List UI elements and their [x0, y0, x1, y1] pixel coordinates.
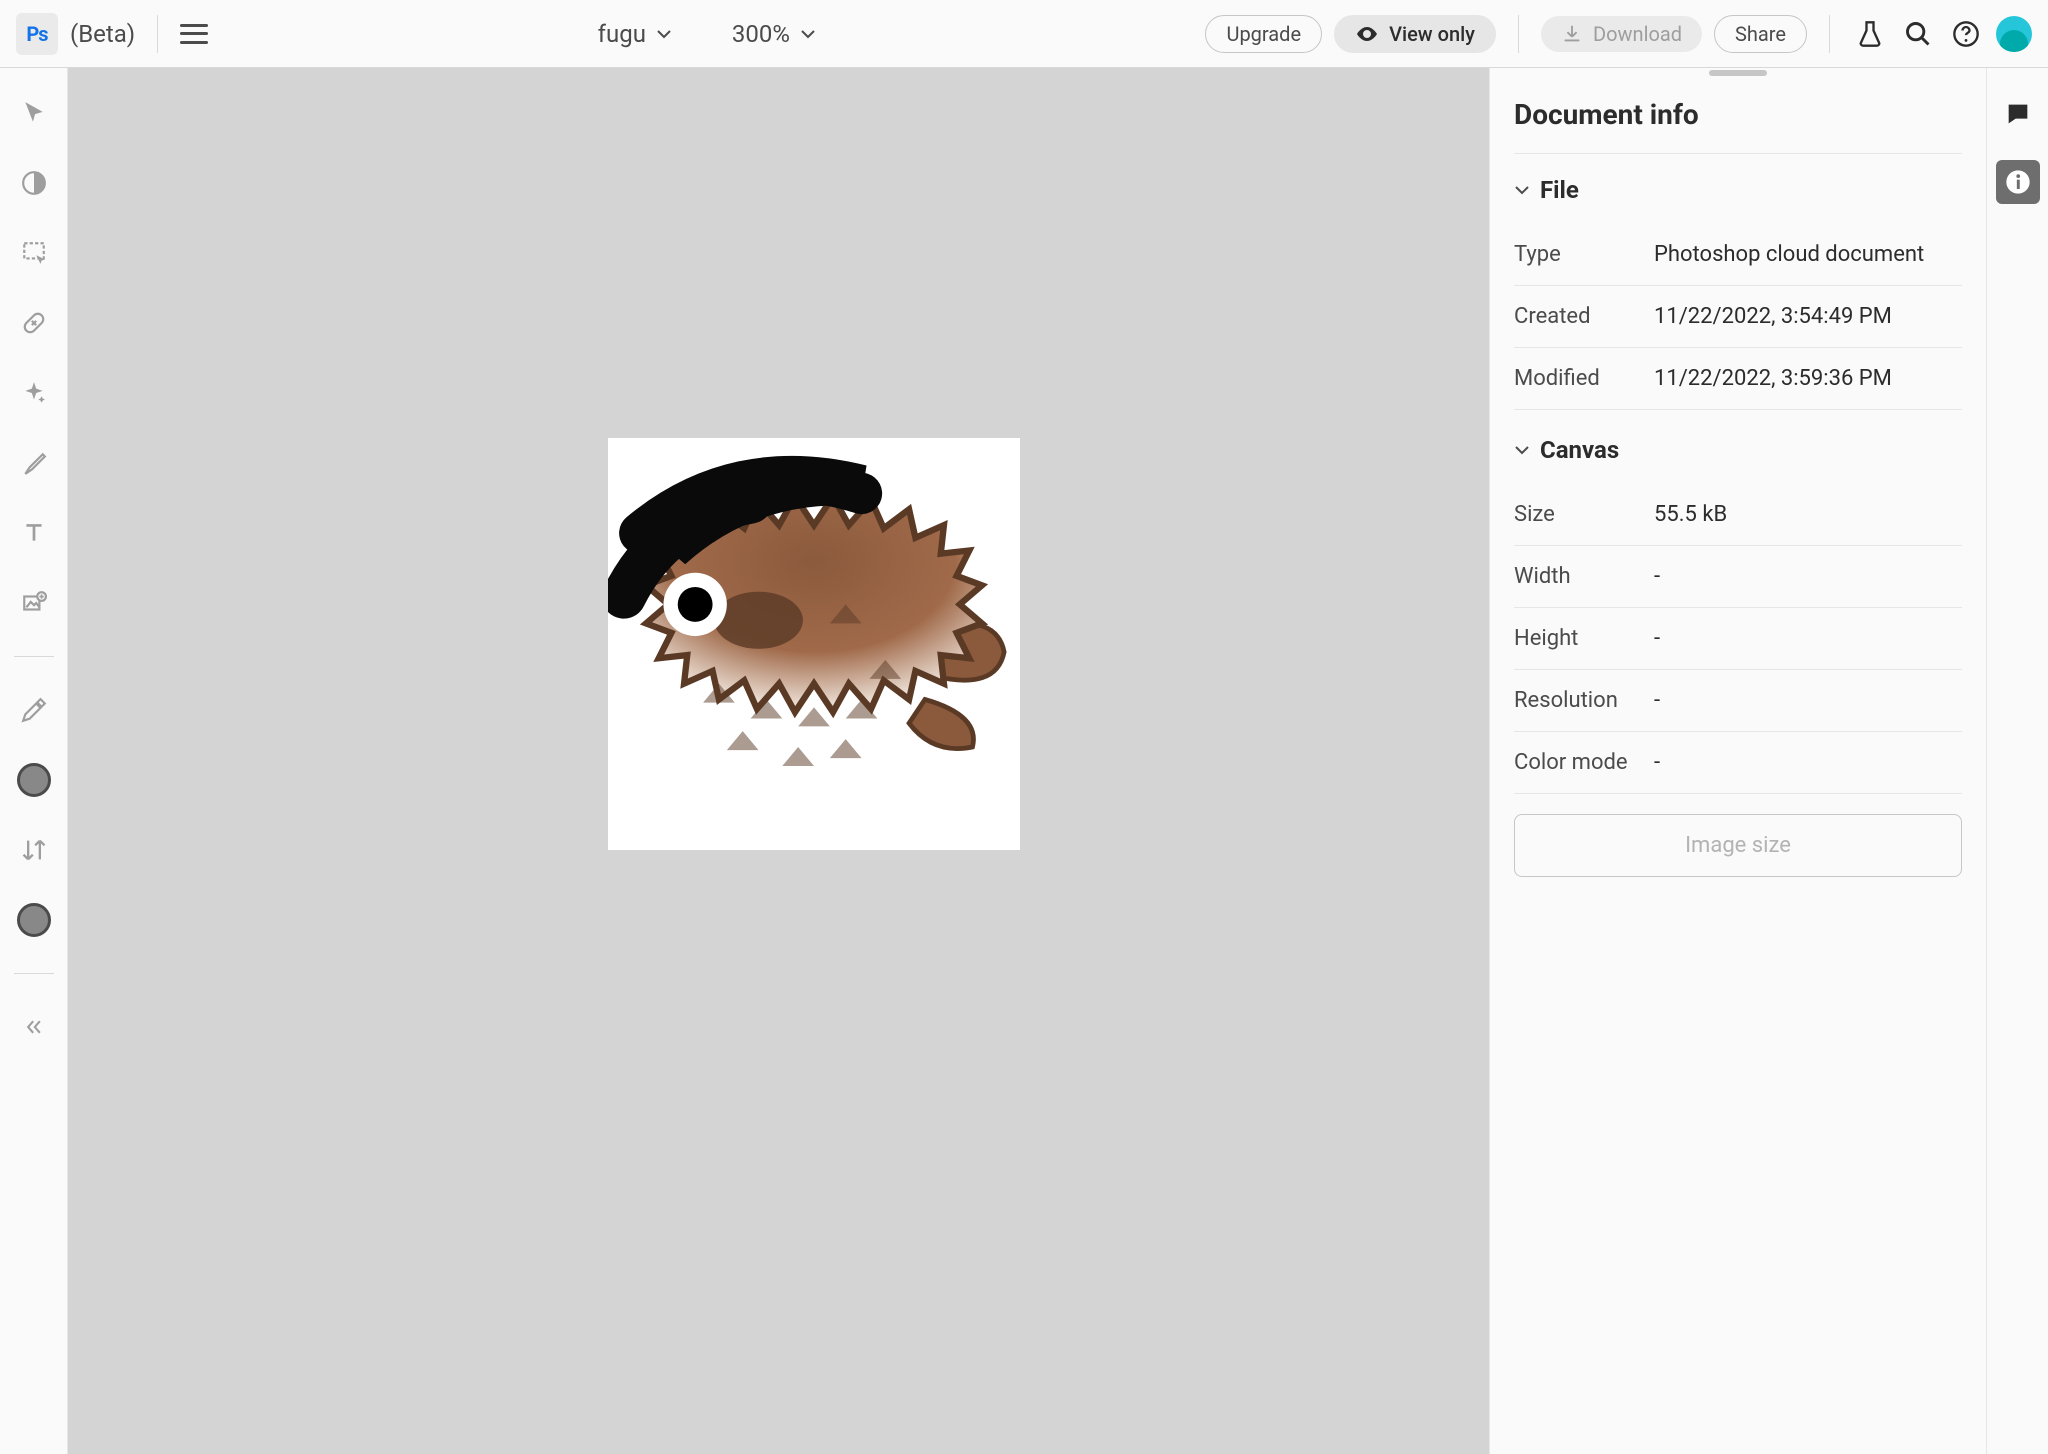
download-icon: [1561, 23, 1583, 45]
canvas-height-label: Height: [1514, 626, 1654, 651]
text-tool-icon[interactable]: [17, 516, 51, 550]
hamburger-menu-icon[interactable]: [180, 24, 208, 44]
eye-icon: [1355, 22, 1379, 46]
file-section-title: File: [1540, 176, 1579, 204]
file-created-label: Created: [1514, 304, 1654, 329]
user-avatar[interactable]: [1996, 16, 2032, 52]
file-created-value: 11/22/2022, 3:54:49 PM: [1654, 304, 1962, 329]
left-toolbar: [0, 68, 68, 1454]
chevron-down-icon: [800, 26, 816, 42]
canvas-section-title: Canvas: [1540, 436, 1619, 464]
chevron-down-icon: [1514, 182, 1530, 198]
brush-tool-icon[interactable]: [17, 446, 51, 480]
divider: [14, 973, 54, 974]
file-type-value: Photoshop cloud document: [1654, 242, 1962, 267]
adjust-tool-icon[interactable]: [17, 166, 51, 200]
canvas-resolution-value: -: [1654, 688, 1962, 713]
canvas-width-value: -: [1654, 564, 1962, 589]
file-modified-label: Modified: [1514, 366, 1654, 391]
file-created-row: Created 11/22/2022, 3:54:49 PM: [1514, 286, 1962, 348]
background-color-swatch[interactable]: [17, 903, 51, 937]
divider: [157, 15, 158, 53]
foreground-color-swatch[interactable]: [17, 763, 51, 797]
file-section-header[interactable]: File: [1514, 176, 1962, 204]
ps-logo[interactable]: Ps: [16, 13, 58, 55]
info-icon[interactable]: [1996, 160, 2040, 204]
search-icon[interactable]: [1900, 16, 1936, 52]
file-type-label: Type: [1514, 242, 1654, 267]
zoom-dropdown[interactable]: 300%: [732, 20, 816, 48]
canvas-colormode-label: Color mode: [1514, 750, 1654, 775]
canvas-resolution-label: Resolution: [1514, 688, 1654, 713]
canvas-width-row: Width -: [1514, 546, 1962, 608]
canvas-height-row: Height -: [1514, 608, 1962, 670]
chevron-down-icon: [656, 26, 672, 42]
canvas-section-header[interactable]: Canvas: [1514, 436, 1962, 464]
document-info-panel: Document info File Type Photoshop cloud …: [1489, 68, 1986, 1454]
canvas-height-value: -: [1654, 626, 1962, 651]
beaker-icon[interactable]: [1852, 16, 1888, 52]
image-size-button: Image size: [1514, 814, 1962, 877]
file-modified-row: Modified 11/22/2022, 3:59:36 PM: [1514, 348, 1962, 410]
document-name: fugu: [598, 20, 646, 48]
divider: [1518, 15, 1519, 53]
select-tool-icon[interactable]: [17, 236, 51, 270]
beta-label: (Beta): [70, 20, 135, 48]
move-tool-icon[interactable]: [17, 96, 51, 130]
canvas-colormode-value: -: [1654, 750, 1962, 775]
document-name-dropdown[interactable]: fugu: [598, 20, 672, 48]
download-button: Download: [1541, 16, 1702, 52]
canvas-resolution-row: Resolution -: [1514, 670, 1962, 732]
panel-grip[interactable]: [1709, 70, 1767, 76]
canvas-width-label: Width: [1514, 564, 1654, 589]
artwork: [608, 438, 1020, 850]
file-modified-value: 11/22/2022, 3:59:36 PM: [1654, 366, 1962, 391]
comments-icon[interactable]: [1996, 92, 2040, 136]
view-only-button[interactable]: View only: [1334, 15, 1496, 53]
panel-title: Document info: [1514, 98, 1962, 131]
canvas-area[interactable]: [68, 68, 1489, 1454]
add-image-tool-icon[interactable]: [17, 586, 51, 620]
canvas-size-row: Size 55.5 kB: [1514, 484, 1962, 546]
divider: [1514, 153, 1962, 154]
app-header: Ps (Beta) fugu 300% Upgrade View only D: [0, 0, 2048, 68]
right-rail: [1986, 68, 2048, 1454]
canvas-size-label: Size: [1514, 502, 1654, 527]
heal-tool-icon[interactable]: [17, 306, 51, 340]
help-icon[interactable]: [1948, 16, 1984, 52]
canvas-size-value: 55.5 kB: [1654, 502, 1962, 527]
chevron-down-icon: [1514, 442, 1530, 458]
divider: [1829, 15, 1830, 53]
zoom-value: 300%: [732, 20, 790, 48]
file-type-row: Type Photoshop cloud document: [1514, 224, 1962, 286]
upgrade-button[interactable]: Upgrade: [1205, 15, 1322, 53]
collapse-toolbar-icon[interactable]: [17, 1010, 51, 1044]
share-button[interactable]: Share: [1714, 15, 1807, 53]
eyedropper-tool-icon[interactable]: [17, 693, 51, 727]
sparkle-tool-icon[interactable]: [17, 376, 51, 410]
canvas-colormode-row: Color mode -: [1514, 732, 1962, 794]
divider: [14, 656, 54, 657]
swap-colors-icon[interactable]: [17, 833, 51, 867]
